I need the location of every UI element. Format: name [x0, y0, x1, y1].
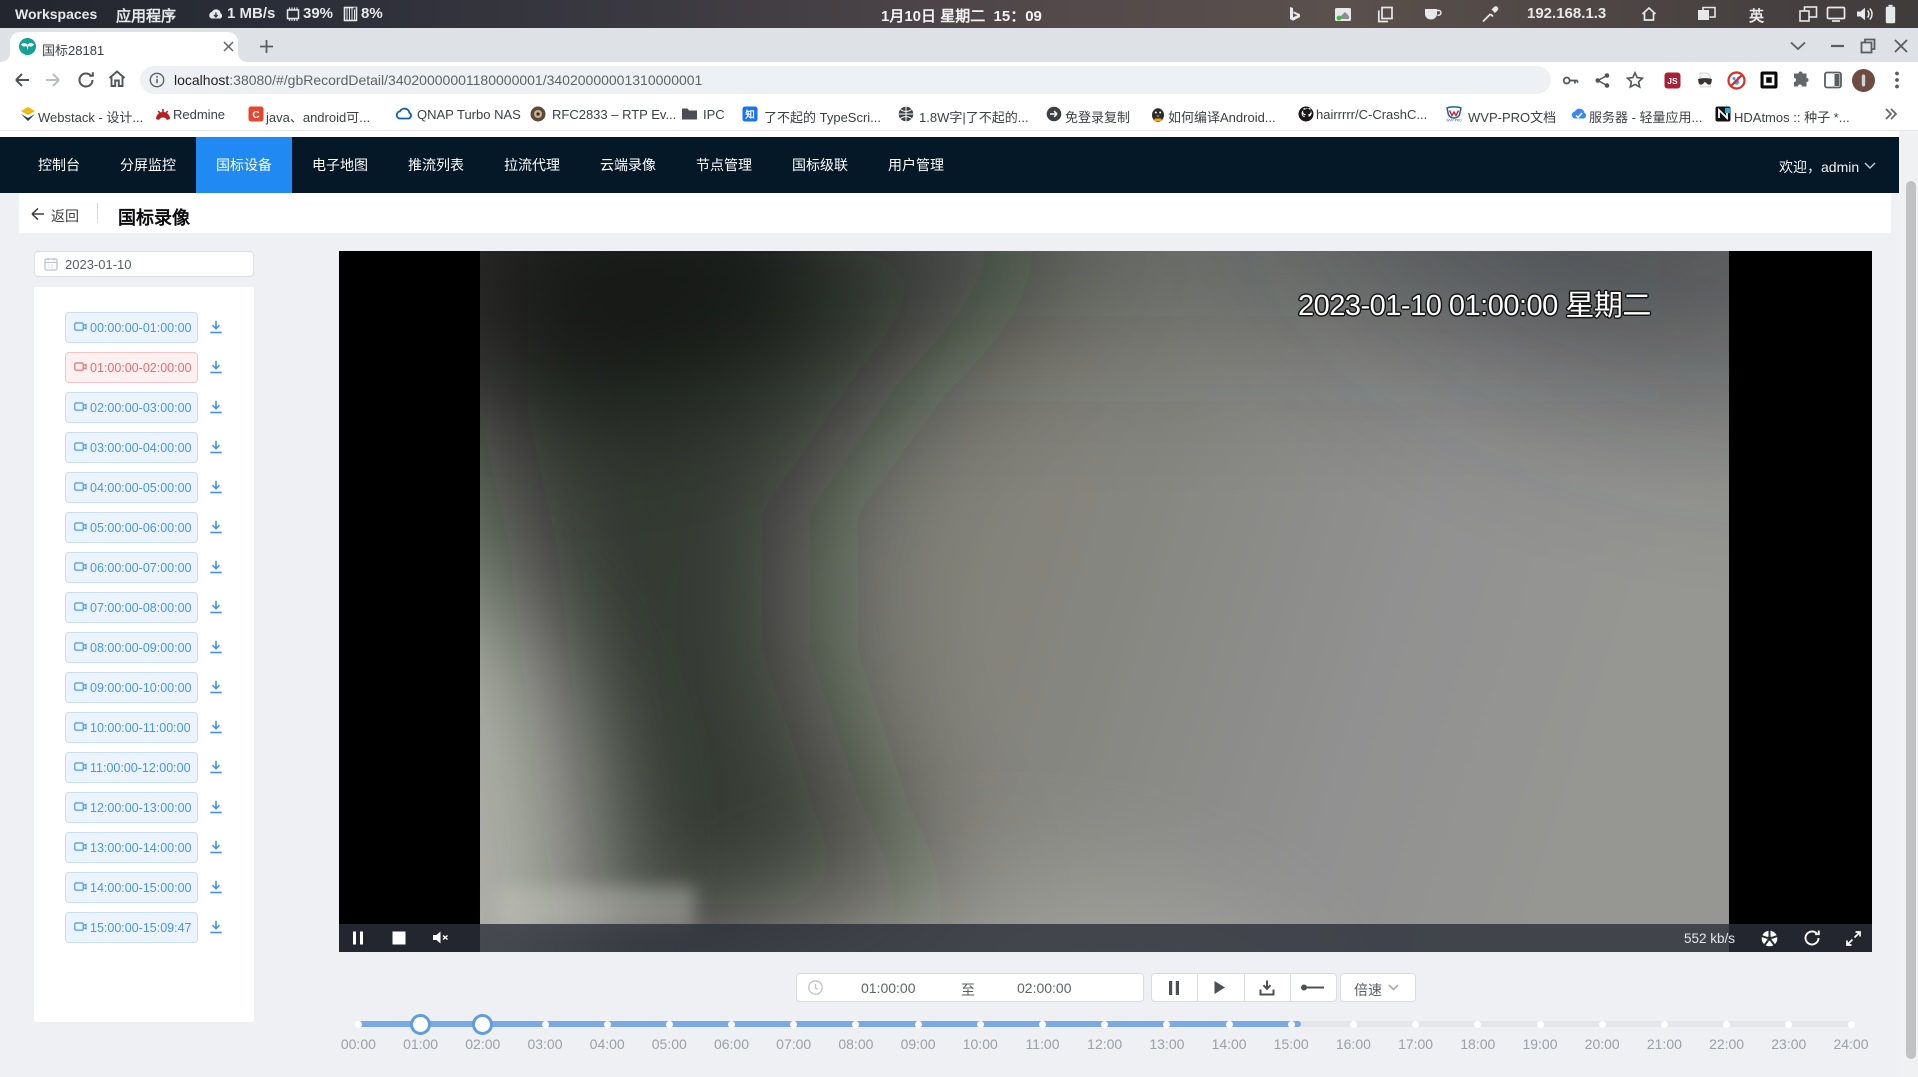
svg-text:JS: JS: [1667, 76, 1678, 86]
svg-text:WVP-PRO: WVP-PRO: [1446, 119, 1462, 123]
svg-text:C: C: [252, 110, 259, 121]
svg-text:知: 知: [744, 109, 755, 121]
